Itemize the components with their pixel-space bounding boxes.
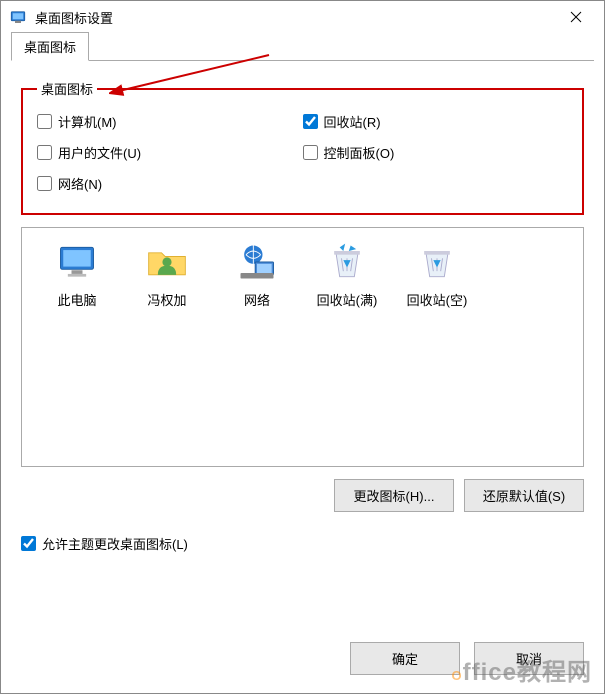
checkbox-controlpanel-input[interactable] [303, 145, 318, 160]
change-icon-button[interactable]: 更改图标(H)... [334, 479, 454, 512]
tab-desktop-icons[interactable]: 桌面图标 [11, 32, 89, 61]
checkbox-recyclebin-input[interactable] [303, 114, 318, 129]
preview-item-label: 冯权加 [147, 290, 186, 309]
preview-item-recyclefull[interactable]: 回收站(满) [302, 240, 392, 309]
restore-default-button[interactable]: 还原默认值(S) [464, 479, 584, 512]
thispc-icon [53, 240, 101, 284]
preview-item-label: 回收站(空) [407, 290, 468, 309]
close-icon [570, 11, 582, 23]
checkbox-network-input[interactable] [37, 176, 52, 191]
desktop-icons-group: 桌面图标 计算机(M) 回收站(R) 用户的文件(U) 控制面板 [21, 79, 584, 215]
checkbox-allow-theme-input[interactable] [21, 536, 36, 551]
group-legend: 桌面图标 [37, 79, 97, 98]
checkbox-userfiles[interactable]: 用户的文件(U) [37, 137, 303, 168]
checkbox-controlpanel-label: 控制面板(O) [324, 143, 395, 162]
checkbox-allow-theme[interactable]: 允许主题更改桌面图标(L) [21, 534, 584, 553]
content-area: 桌面图标 计算机(M) 回收站(R) 用户的文件(U) 控制面板 [1, 61, 604, 628]
app-icon [9, 8, 27, 26]
checkbox-allow-theme-label: 允许主题更改桌面图标(L) [42, 534, 188, 553]
dialog-window: 桌面图标设置 桌面图标 桌面图标 计算机(M) [0, 0, 605, 694]
checkbox-network-label: 网络(N) [58, 174, 102, 193]
preview-item-thispc[interactable]: 此电脑 [32, 240, 122, 309]
preview-item-recycleempty[interactable]: 回收站(空) [392, 240, 482, 309]
icon-button-row: 更改图标(H)... 还原默认值(S) [21, 479, 584, 512]
recycleempty-icon [413, 240, 461, 284]
checkbox-userfiles-input[interactable] [37, 145, 52, 160]
cancel-button[interactable]: 取消 [474, 642, 584, 675]
userfolder-icon [143, 240, 191, 284]
network-icon [233, 240, 281, 284]
tab-bar: 桌面图标 [1, 33, 604, 61]
checkbox-network[interactable]: 网络(N) [37, 168, 303, 199]
checkbox-recyclebin[interactable]: 回收站(R) [303, 106, 569, 137]
preview-item-userfolder[interactable]: 冯权加 [122, 240, 212, 309]
checkbox-computer-input[interactable] [37, 114, 52, 129]
ok-button[interactable]: 确定 [350, 642, 460, 675]
checkbox-userfiles-label: 用户的文件(U) [58, 143, 141, 162]
close-button[interactable] [556, 3, 596, 31]
checkbox-controlpanel[interactable]: 控制面板(O) [303, 137, 569, 168]
preview-item-label: 此电脑 [57, 290, 96, 309]
checkbox-computer-label: 计算机(M) [58, 112, 117, 131]
icon-preview-pane: 此电脑 冯权加 [21, 227, 584, 467]
titlebar: 桌面图标设置 [1, 1, 604, 33]
window-title: 桌面图标设置 [35, 8, 556, 27]
preview-item-label: 网络 [244, 290, 270, 309]
checkbox-computer[interactable]: 计算机(M) [37, 106, 303, 137]
preview-item-label: 回收站(满) [317, 290, 378, 309]
recyclefull-icon [323, 240, 371, 284]
dialog-footer: 确定 取消 Office教程网 [1, 628, 604, 693]
checkbox-recyclebin-label: 回收站(R) [324, 112, 381, 131]
preview-item-network[interactable]: 网络 [212, 240, 302, 309]
